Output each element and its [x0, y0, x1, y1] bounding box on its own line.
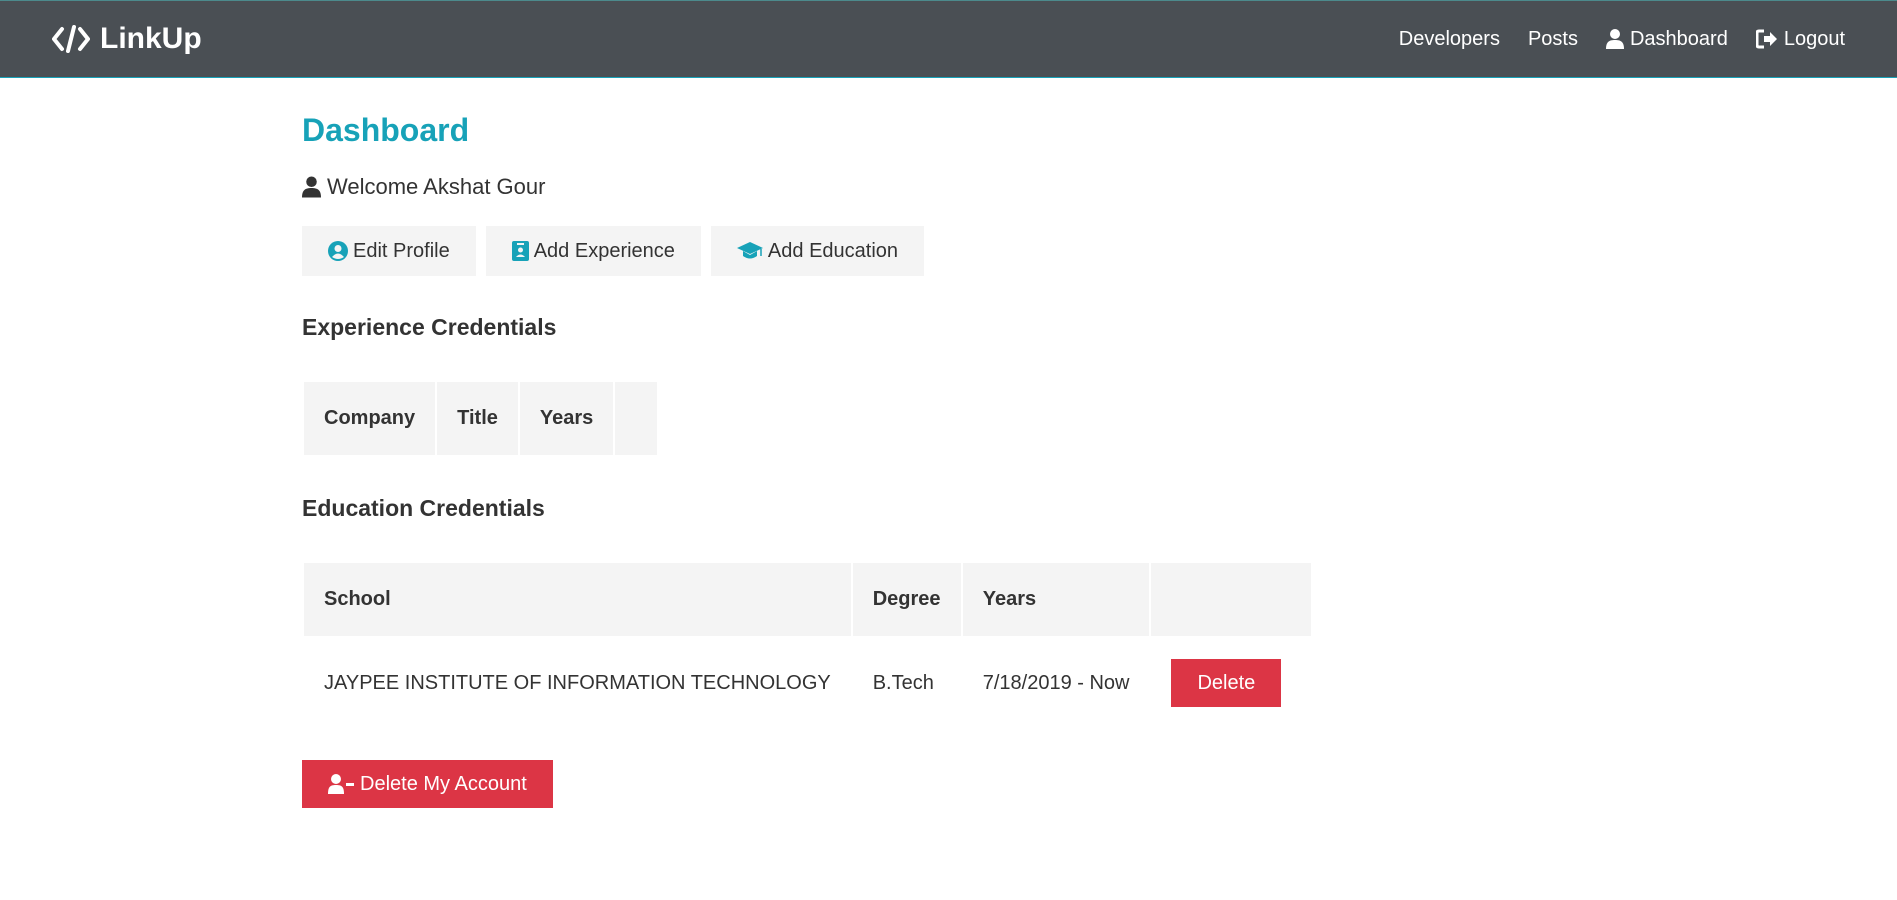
experience-section-title: Experience Credentials — [302, 314, 557, 340]
nav-link-developers[interactable]: Developers — [1399, 28, 1500, 51]
page-title: Dashboard — [302, 112, 470, 148]
add-experience-label: Add Experience — [533, 239, 675, 262]
delete-account-label: Delete My Account — [360, 772, 527, 795]
nav-link-posts[interactable]: Posts — [1528, 28, 1578, 51]
delete-account-button[interactable]: Delete My Account — [302, 760, 553, 808]
table-row: JAYPEE INSTITUTE OF INFORMATION TECHNOLO… — [304, 638, 1311, 728]
experience-table: Company Title Years — [302, 380, 659, 457]
years-cell: 7/18/2019 - Now — [982, 671, 1130, 694]
column-header-actions — [615, 382, 658, 455]
edit-profile-button[interactable]: Edit Profile — [302, 226, 476, 276]
dashboard-actions: Edit Profile Add Experience Add Educatio… — [302, 226, 934, 276]
add-education-button[interactable]: Add Education — [710, 226, 925, 276]
actions-cell: Delete — [1151, 638, 1311, 728]
welcome-text: Welcome Akshat Gour — [327, 174, 546, 199]
table-header-row: Company Title Years — [304, 382, 658, 455]
id-badge-icon — [511, 241, 529, 261]
nav-link-dashboard-label: Dashboard — [1629, 27, 1728, 50]
degree-cell: B.Tech — [872, 671, 934, 694]
add-education-label: Add Education — [767, 239, 899, 262]
brand-logo[interactable]: LinkUp — [52, 22, 202, 56]
nav-link-dashboard[interactable]: Dashboard — [1605, 27, 1728, 51]
column-header-actions — [1151, 563, 1312, 636]
brand-name: LinkUp — [100, 22, 202, 55]
navbar: LinkUp Developers Posts Dashboard Logout — [0, 0, 1897, 78]
column-header-years: Years — [962, 563, 1150, 636]
sign-out-icon — [1755, 29, 1777, 49]
user-circle-icon — [328, 241, 348, 261]
column-header-title: Title — [437, 382, 518, 455]
code-icon — [52, 25, 90, 53]
graduation-cap-icon — [736, 242, 763, 259]
column-header-degree: Degree — [852, 563, 961, 636]
column-header-years: Years — [519, 382, 614, 455]
welcome-message: Welcome Akshat Gour — [302, 174, 545, 200]
education-table: School Degree Years JAYPEE INSTITUTE OF … — [302, 561, 1313, 730]
nav-link-logout-label: Logout — [1783, 27, 1845, 50]
school-cell: JAYPEE INSTITUTE OF INFORMATION TECHNOLO… — [324, 671, 831, 694]
add-experience-button[interactable]: Add Experience — [485, 226, 701, 276]
education-section-title: Education Credentials — [302, 495, 545, 521]
user-icon — [302, 176, 321, 198]
user-icon — [1605, 29, 1624, 49]
edit-profile-label: Edit Profile — [353, 239, 450, 262]
user-minus-icon — [328, 774, 354, 794]
nav-link-logout[interactable]: Logout — [1755, 27, 1845, 51]
table-header-row: School Degree Years — [304, 563, 1312, 636]
nav-links: Developers Posts Dashboard Logout — [1371, 28, 1845, 51]
delete-education-button[interactable]: Delete — [1171, 659, 1282, 707]
column-header-school: School — [304, 563, 851, 636]
column-header-company: Company — [304, 382, 436, 455]
